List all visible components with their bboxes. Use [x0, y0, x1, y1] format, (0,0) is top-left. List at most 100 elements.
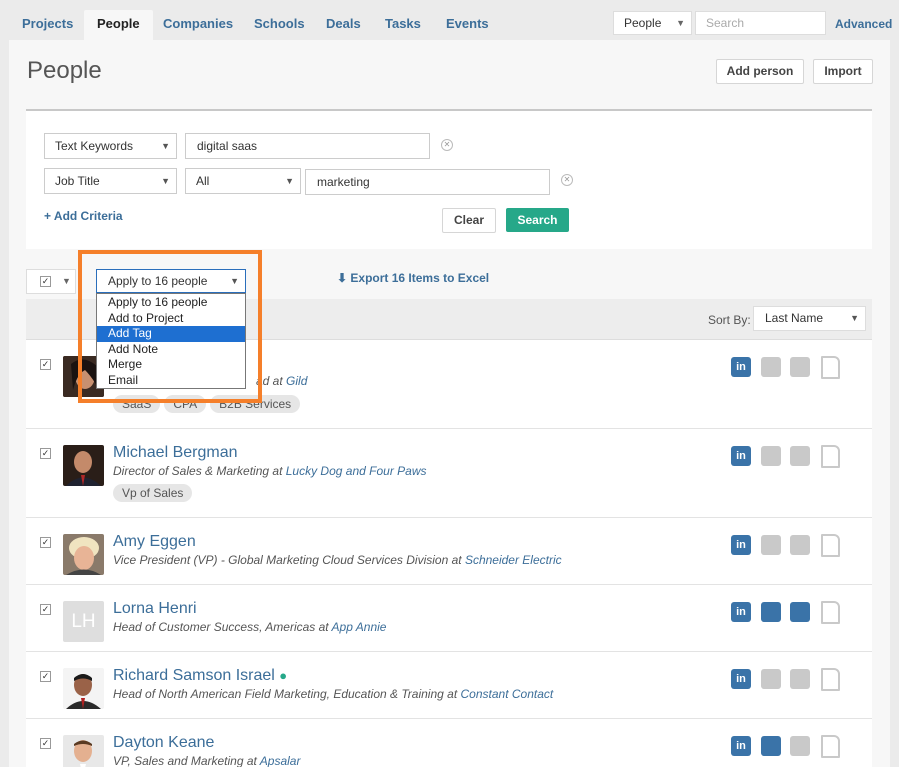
tab-tasks[interactable]: Tasks — [385, 10, 421, 40]
bulk-action-dropdown: Apply to 16 people Add to Project Add Ta… — [96, 293, 246, 389]
import-button[interactable]: Import — [813, 59, 873, 84]
advanced-search-link[interactable]: Advanced — [835, 17, 892, 31]
avatar[interactable]: LH — [63, 601, 104, 642]
bulk-action-select[interactable]: Apply to 16 people ▼ — [96, 269, 246, 293]
phone-icon[interactable] — [790, 446, 810, 466]
person-name[interactable]: Lorna Henri — [113, 600, 197, 618]
email-icon[interactable] — [761, 357, 781, 377]
tag[interactable]: CPA — [164, 395, 207, 413]
avatar[interactable] — [63, 735, 104, 767]
phone-icon[interactable] — [790, 669, 810, 689]
add-person-button[interactable]: Add person — [716, 59, 804, 84]
sort-select[interactable]: Last Name ▼ — [753, 306, 866, 331]
linkedin-icon[interactable]: in — [731, 357, 751, 377]
search-button[interactable]: Search — [506, 208, 569, 232]
tab-deals[interactable]: Deals — [326, 10, 361, 40]
document-icon[interactable] — [821, 445, 840, 468]
dropdown-option-apply[interactable]: Apply to 16 people — [97, 295, 245, 311]
company-link[interactable]: Gild — [286, 374, 307, 388]
phone-icon[interactable] — [790, 602, 810, 622]
list-item[interactable]: ✓ Michael Bergman Director of Sales & Ma… — [26, 429, 872, 518]
top-nav: Projects People Companies Schools Deals … — [0, 0, 899, 40]
email-icon[interactable] — [761, 602, 781, 622]
dropdown-option-add-tag[interactable]: Add Tag — [97, 326, 245, 342]
list-item[interactable]: ✓ Richard Samson Israel ● Head of North … — [26, 652, 872, 719]
chevron-down-icon[interactable]: ▼ — [62, 276, 71, 286]
company-link[interactable]: Lucky Dog and Four Paws — [286, 464, 427, 478]
linkedin-icon[interactable]: in — [731, 669, 751, 689]
job-title-field[interactable]: marketing — [305, 169, 550, 195]
page-title: People — [27, 57, 102, 84]
row-checkbox[interactable]: ✓ — [40, 738, 51, 749]
document-icon[interactable] — [821, 356, 840, 379]
search-scope-select[interactable]: People ▼ — [613, 11, 692, 35]
dropdown-option-add-note[interactable]: Add Note — [97, 342, 245, 358]
row-checkbox[interactable]: ✓ — [40, 537, 51, 548]
search-scope-value: People — [624, 16, 662, 30]
company-link[interactable]: App Annie — [332, 620, 387, 634]
document-icon[interactable] — [821, 534, 840, 557]
download-icon: ⬇ — [337, 271, 348, 285]
document-icon[interactable] — [821, 735, 840, 758]
email-icon[interactable] — [761, 446, 781, 466]
company-link[interactable]: Constant Contact — [461, 687, 554, 701]
select-all-checkbox[interactable]: ✓ — [40, 276, 51, 287]
remove-criteria-icon[interactable]: ✕ — [441, 139, 453, 151]
tab-events[interactable]: Events — [446, 10, 489, 40]
row-checkbox[interactable]: ✓ — [40, 604, 51, 615]
phone-icon[interactable] — [790, 736, 810, 756]
row-checkbox[interactable]: ✓ — [40, 671, 51, 682]
search-criteria: Text Keywords ▼ digital saas ✕ Job Title… — [26, 111, 872, 249]
sort-value: Last Name — [765, 311, 824, 325]
add-criteria-link[interactable]: + Add Criteria — [44, 209, 123, 223]
tab-people[interactable]: People — [84, 10, 153, 40]
document-icon[interactable] — [821, 601, 840, 624]
phone-icon[interactable] — [790, 535, 810, 555]
email-icon[interactable] — [761, 669, 781, 689]
linkedin-icon[interactable]: in — [731, 446, 751, 466]
search-input[interactable]: Search — [695, 11, 826, 35]
linkedin-icon[interactable]: in — [731, 602, 751, 622]
row-checkbox[interactable]: ✓ — [40, 448, 51, 459]
criteria-field-select-2[interactable]: Job Title ▼ — [44, 168, 177, 194]
person-name[interactable]: Richard Samson Israel ● — [113, 667, 287, 685]
tab-schools[interactable]: Schools — [254, 10, 305, 40]
company-link[interactable]: Apsalar — [260, 754, 301, 767]
export-excel-link[interactable]: ⬇ Export 16 Items to Excel — [337, 271, 489, 285]
tab-companies[interactable]: Companies — [163, 10, 233, 40]
person-name[interactable]: Michael Bergman — [113, 444, 238, 462]
criteria-operator-select[interactable]: All ▼ — [185, 168, 301, 194]
tag[interactable]: SaaS — [113, 395, 161, 413]
list-item[interactable]: ✓ LH Lorna Henri Head of Customer Succes… — [26, 585, 872, 652]
remove-criteria-icon[interactable]: ✕ — [561, 174, 573, 186]
list-item[interactable]: ✓ Amy Eggen Vice President (VP) - Global… — [26, 518, 872, 585]
linkedin-icon[interactable]: in — [731, 535, 751, 555]
person-name[interactable]: Amy Eggen — [113, 533, 196, 551]
person-title: Director of Sales & Marketing at Lucky D… — [113, 464, 427, 478]
row-checkbox[interactable]: ✓ — [40, 359, 51, 370]
person-name-text: Richard Samson Israel — [113, 667, 275, 684]
clear-button[interactable]: Clear — [442, 208, 496, 233]
avatar[interactable] — [63, 534, 104, 575]
sort-label: Sort By: — [708, 313, 751, 327]
dropdown-option-add-to-project[interactable]: Add to Project — [97, 311, 245, 327]
phone-icon[interactable] — [790, 357, 810, 377]
email-icon[interactable] — [761, 535, 781, 555]
tag[interactable]: B2B Services — [210, 395, 301, 413]
tab-projects[interactable]: Projects — [22, 10, 73, 40]
criteria-field-select-1[interactable]: Text Keywords ▼ — [44, 133, 177, 159]
avatar[interactable] — [63, 445, 104, 486]
company-link[interactable]: Schneider Electric — [465, 553, 562, 567]
avatar[interactable] — [63, 668, 104, 709]
keywords-field[interactable]: digital saas — [185, 133, 430, 159]
dropdown-option-merge[interactable]: Merge — [97, 357, 245, 373]
list-item[interactable]: ✓ Dayton Keane VP, Sales and Marketing a… — [26, 719, 872, 767]
linkedin-icon[interactable]: in — [731, 736, 751, 756]
email-icon[interactable] — [761, 736, 781, 756]
select-all-control[interactable]: ✓ ▼ — [26, 269, 76, 294]
document-icon[interactable] — [821, 668, 840, 691]
dropdown-option-email[interactable]: Email — [97, 373, 245, 389]
chevron-down-icon: ▼ — [676, 18, 685, 28]
tag[interactable]: Vp of Sales — [113, 484, 193, 502]
person-name[interactable]: Dayton Keane — [113, 734, 214, 752]
